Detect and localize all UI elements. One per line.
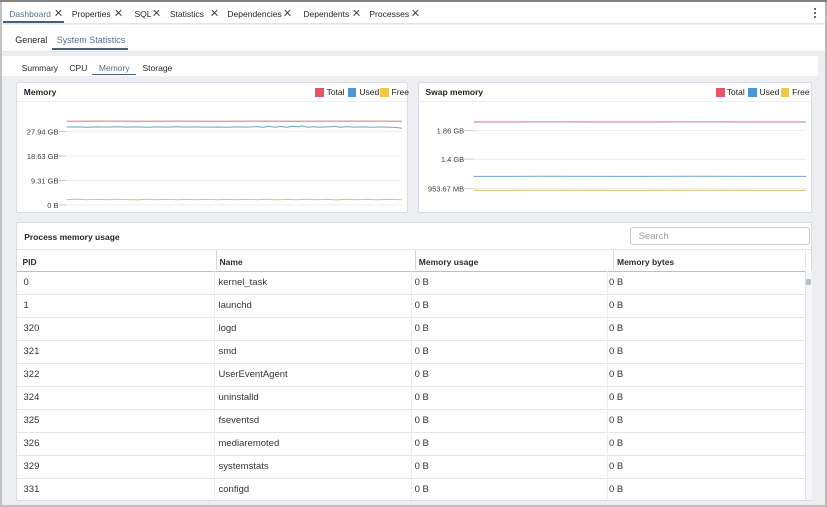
svg-text:27.94 GB: 27.94 GB	[27, 127, 59, 136]
svg-text:1.4 GB: 1.4 GB	[441, 155, 464, 164]
svg-text:18.63 GB: 18.63 GB	[27, 152, 59, 161]
svg-text:0 B: 0 B	[47, 201, 58, 210]
svg-text:9.31 GB: 9.31 GB	[31, 176, 59, 185]
svg-text:1.86 GB: 1.86 GB	[437, 127, 465, 136]
svg-text:953.67 MB: 953.67 MB	[428, 185, 464, 194]
